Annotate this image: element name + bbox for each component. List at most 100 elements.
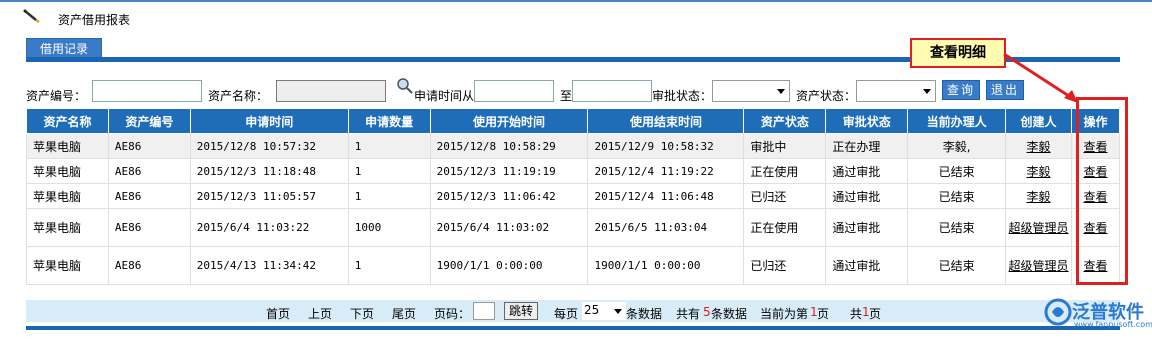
cell-asset-name: 苹果电脑 <box>26 133 109 159</box>
tab-borrow-records[interactable]: 借用记录 <box>26 38 102 58</box>
page-number-input[interactable] <box>473 302 495 320</box>
cell-handler: 已结束 <box>907 246 1007 285</box>
col-asset-status: 资产状态 <box>743 108 827 134</box>
col-handler: 当前办理人 <box>907 108 1007 134</box>
chevron-down-icon <box>614 309 622 314</box>
exit-button[interactable]: 退出 <box>986 80 1024 100</box>
cell-handler: 已结束 <box>907 158 1007 184</box>
cell-handler: 已结束 <box>907 183 1007 209</box>
cell-asset-no: AE86 <box>107 208 191 247</box>
table-row: 苹果电脑 AE86 2015/12/3 11:18:48 1 2015/12/3… <box>26 158 1121 184</box>
per-page-select[interactable]: 25 <box>582 302 626 320</box>
cell-apply-time: 2015/12/8 10:57:32 <box>189 133 349 159</box>
col-apply-qty: 申请数量 <box>347 108 431 134</box>
cell-start-time: 2015/6/4 11:03:02 <box>429 208 589 247</box>
per-page-value: 25 <box>584 303 600 317</box>
col-start-time: 使用开始时间 <box>429 108 589 134</box>
callout-view-details: 查看明细 <box>910 38 1006 68</box>
jump-button[interactable]: 跳转 <box>504 302 538 320</box>
pager-underline <box>26 326 1120 330</box>
pager-prev[interactable]: 上页 <box>308 305 332 322</box>
approval-status-label: 审批状态： <box>652 89 713 103</box>
cell-start-time: 2015/12/8 10:58:29 <box>429 133 589 159</box>
asset-no-label: 资产编号： <box>26 89 87 103</box>
current-prefix: 当前为第 <box>760 307 809 321</box>
cell-apply-time: 2015/4/13 11:34:42 <box>189 246 349 285</box>
col-apply-time: 申请时间 <box>189 108 349 134</box>
cell-apply-qty: 1 <box>347 133 431 159</box>
cell-asset-name: 苹果电脑 <box>26 208 109 247</box>
pages-suffix: 页 <box>869 307 882 321</box>
cell-approval-status: 通过审批 <box>825 246 909 285</box>
total-count: 5 <box>703 305 711 319</box>
cell-asset-name: 苹果电脑 <box>26 246 109 285</box>
cell-asset-no: AE86 <box>107 158 191 184</box>
cell-end-time: 1900/1/1 0:00:00 <box>587 246 745 285</box>
cell-end-time: 2015/6/5 11:03:04 <box>587 208 745 247</box>
cell-asset-status: 审批中 <box>743 133 827 159</box>
creator-link[interactable]: 李毅 <box>1027 140 1051 154</box>
apply-time-label: 申请时间从 <box>414 89 475 103</box>
borrow-table: 资产名称 资产编号 申请时间 申请数量 使用开始时间 使用结束时间 资产状态 审… <box>26 108 1121 285</box>
col-creator: 创建人 <box>1005 108 1072 134</box>
col-approval-status: 审批状态 <box>825 108 909 134</box>
cell-apply-time: 2015/12/3 11:18:48 <box>189 158 349 184</box>
asset-name-label: 资产名称： <box>208 89 269 103</box>
cell-end-time: 2015/12/9 10:58:32 <box>587 133 745 159</box>
cell-apply-qty: 1 <box>347 183 431 209</box>
pager-next[interactable]: 下页 <box>350 305 374 322</box>
cell-start-time: 2015/12/3 11:06:42 <box>429 183 589 209</box>
cell-approval-status: 通过审批 <box>825 183 909 209</box>
creator-link[interactable]: 超级管理员 <box>1009 259 1069 273</box>
per-page-suffix: 条数据 <box>626 307 663 321</box>
query-button[interactable]: 查询 <box>942 80 980 100</box>
creator-link[interactable]: 超级管理员 <box>1009 221 1069 235</box>
creator-link[interactable]: 李毅 <box>1027 165 1051 179</box>
table-header-row: 资产名称 资产编号 申请时间 申请数量 使用开始时间 使用结束时间 资产状态 审… <box>26 108 1121 134</box>
cell-handler: 李毅, <box>907 133 1007 159</box>
search-row: 资产编号： 资产名称： 申请时间从 至 审批状态： 资产状态： 查询 退出 <box>26 77 1126 103</box>
cell-apply-qty: 1 <box>347 158 431 184</box>
cell-asset-status: 正在使用 <box>743 158 827 184</box>
approval-status-select[interactable] <box>712 80 790 102</box>
chevron-down-icon <box>923 89 931 94</box>
cell-apply-time: 2015/6/4 11:03:22 <box>189 208 349 247</box>
asset-no-input[interactable] <box>92 80 202 102</box>
pager-last[interactable]: 尾页 <box>392 305 416 322</box>
pencil-icon <box>23 9 40 24</box>
pager-first[interactable]: 首页 <box>266 305 290 322</box>
col-end-time: 使用结束时间 <box>587 108 745 134</box>
cell-start-time: 2015/12/3 11:19:19 <box>429 158 589 184</box>
cell-end-time: 2015/12/4 11:19:22 <box>587 158 745 184</box>
table-row: 苹果电脑 AE86 2015/6/4 11:03:22 1000 2015/6/… <box>26 208 1121 247</box>
to-label: 至 <box>560 89 573 103</box>
cell-asset-status: 已归还 <box>743 183 827 209</box>
creator-link[interactable]: 李毅 <box>1027 190 1051 204</box>
logo-sub: www.fanpusoft.com <box>1074 320 1152 329</box>
cell-apply-time: 2015/12/3 11:05:57 <box>189 183 349 209</box>
cell-asset-status: 已归还 <box>743 246 827 285</box>
apply-time-from-input[interactable] <box>474 80 554 102</box>
cell-asset-no: AE86 <box>107 133 191 159</box>
cell-asset-name: 苹果电脑 <box>26 158 109 184</box>
chevron-down-icon <box>777 89 785 94</box>
cell-asset-no: AE86 <box>107 246 191 285</box>
cell-apply-qty: 1 <box>347 246 431 285</box>
col-asset-name: 资产名称 <box>26 108 109 134</box>
asset-name-input[interactable] <box>276 80 386 102</box>
brand-logo: 泛普软件 www.fanpusoft.com <box>1040 296 1152 332</box>
col-asset-no: 资产编号 <box>107 108 191 134</box>
table-row: 苹果电脑 AE86 2015/4/13 11:34:42 1 1900/1/1 … <box>26 246 1121 285</box>
total-prefix: 共有 <box>676 307 701 321</box>
table-row: 苹果电脑 AE86 2015/12/8 10:57:32 1 2015/12/8… <box>26 133 1121 159</box>
cell-end-time: 2015/12/4 11:06:48 <box>587 183 745 209</box>
total-suffix: 条数据 <box>711 307 748 321</box>
logo-icon <box>1044 298 1072 326</box>
asset-status-select[interactable] <box>856 80 936 102</box>
asset-status-label: 资产状态： <box>796 89 857 103</box>
magnifier-icon[interactable] <box>396 77 414 95</box>
apply-time-to-input[interactable] <box>572 80 652 102</box>
pager: 首页 上页 下页 尾页 页码： 跳转 每页 25 条数据 共有 5 条数据 当前… <box>26 300 1120 322</box>
current-suffix: 页 <box>817 307 830 321</box>
action-column-highlight <box>1076 97 1128 285</box>
